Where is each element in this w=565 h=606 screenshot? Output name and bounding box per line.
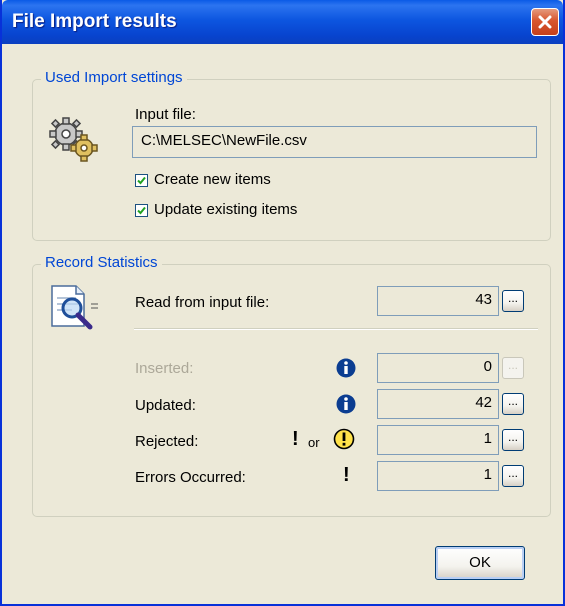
ok-button[interactable]: OK [435, 546, 525, 580]
errors-occurred-value: 1 [377, 461, 499, 491]
rejected-details-button[interactable]: ... [502, 429, 524, 451]
check-icon [137, 206, 146, 215]
updated-details-button[interactable]: ... [502, 393, 524, 415]
check-icon [137, 176, 146, 185]
create-new-items-label[interactable]: Create new items [154, 171, 271, 188]
dialog-body: Used Import settings Input file: C:\MELS… [2, 44, 563, 604]
exclamation-icon: ! [292, 428, 299, 450]
input-file-label: Input file: [135, 106, 196, 123]
read-from-input-file-label: Read from input file: [135, 294, 270, 311]
inserted-details-button[interactable]: ... [502, 357, 524, 379]
window-title: File Import results [12, 11, 177, 32]
rejected-value: 1 [377, 425, 499, 455]
gears-icon [49, 117, 98, 162]
create-new-items-checkbox[interactable] [135, 174, 148, 187]
inserted-label: Inserted: [135, 360, 194, 377]
title-bar[interactable]: File Import results [2, 0, 563, 44]
info-icon [336, 358, 356, 378]
errors-details-button[interactable]: ... [502, 465, 524, 487]
close-button[interactable] [531, 8, 559, 36]
read-details-button[interactable]: ... [502, 290, 524, 312]
read-from-input-file-value: 43 [377, 286, 499, 316]
updated-value: 42 [377, 389, 499, 419]
close-icon [538, 15, 552, 29]
input-file-field[interactable]: C:\MELSEC\NewFile.csv [132, 126, 537, 158]
errors-occurred-label: Errors Occurred: [135, 469, 246, 486]
exclamation-icon: ! [343, 464, 350, 486]
group-title-record-statistics: Record Statistics [41, 254, 162, 271]
statistics-separator [134, 328, 538, 330]
or-text: or [308, 435, 320, 450]
updated-label: Updated: [135, 397, 196, 414]
info-icon [336, 394, 356, 414]
update-existing-items-label[interactable]: Update existing items [154, 201, 297, 218]
group-title-import-settings: Used Import settings [41, 69, 187, 86]
inserted-value: 0 [377, 353, 499, 383]
document-magnifier-icon [51, 285, 98, 330]
update-existing-items-checkbox[interactable] [135, 204, 148, 217]
warning-circle-icon [333, 428, 355, 450]
rejected-label: Rejected: [135, 433, 199, 450]
file-import-results-dialog: File Import results Used Import settings [0, 0, 565, 606]
